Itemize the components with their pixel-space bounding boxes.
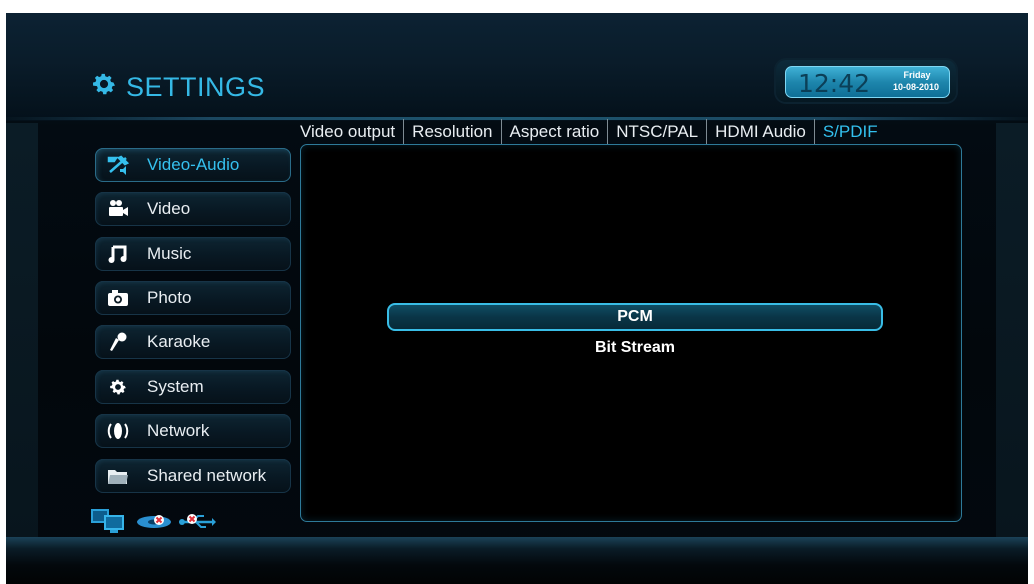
- disc-disconnected-icon: [134, 507, 174, 535]
- sidebar-item-shared-network[interactable]: Shared network: [95, 459, 291, 493]
- settings-screen: SETTINGS 12:42 Friday 10-08-2010 Video o…: [6, 13, 1028, 584]
- page-title: SETTINGS: [90, 69, 265, 105]
- gear-icon: [105, 376, 131, 398]
- video-audio-icon: [105, 154, 131, 176]
- sidebar-item-video-audio[interactable]: Video-Audio: [95, 148, 291, 182]
- sidebar-item-music[interactable]: Music: [95, 237, 291, 271]
- tab-aspect-ratio[interactable]: Aspect ratio: [502, 119, 609, 145]
- sidebar-item-photo[interactable]: Photo: [95, 281, 291, 315]
- sidebar-item-label: Network: [147, 421, 210, 440]
- microphone-icon: [105, 331, 131, 353]
- sidebar-item-label: Shared network: [147, 466, 267, 485]
- option-pcm[interactable]: PCM: [387, 303, 883, 331]
- music-note-icon: [105, 243, 131, 265]
- gear-icon: [90, 70, 118, 105]
- network-icon: [105, 420, 131, 442]
- sidebar-item-label: Photo: [147, 288, 192, 307]
- camera-icon: [105, 287, 131, 309]
- tab-resolution[interactable]: Resolution: [404, 119, 502, 145]
- page-title-text: SETTINGS: [126, 71, 266, 102]
- sidebar-item-label: Video: [147, 199, 191, 218]
- clock-time: 12:42: [798, 69, 871, 98]
- tab-ntsc-pal[interactable]: NTSC/PAL: [608, 119, 708, 145]
- content-panel: PCM Bit Stream: [300, 144, 962, 522]
- left-side-panel: [6, 123, 38, 543]
- sidebar-item-label: Video-Audio: [147, 155, 240, 174]
- tab-spdif[interactable]: S/PDIF: [815, 119, 886, 145]
- sidebar-item-network[interactable]: Network: [95, 414, 291, 448]
- option-bit-stream[interactable]: Bit Stream: [387, 337, 883, 359]
- sidebar-item-label: System: [147, 377, 204, 396]
- status-icons: [90, 507, 218, 535]
- usb-disconnected-icon: [178, 507, 218, 535]
- tab-video-output[interactable]: Video output: [296, 119, 405, 145]
- folder-icon: [105, 465, 131, 487]
- sidebar-item-label: Music: [147, 244, 192, 263]
- clock-display: 12:42 Friday 10-08-2010: [785, 66, 950, 98]
- sidebar-item-karaoke[interactable]: Karaoke: [95, 325, 291, 359]
- computer-network-icon: [90, 507, 130, 535]
- tab-hdmi-audio[interactable]: HDMI Audio: [707, 119, 815, 145]
- footer-bar: [6, 537, 1028, 584]
- right-side-panel: [996, 123, 1028, 543]
- settings-tabs: Video output Resolution Aspect ratio NTS…: [296, 117, 886, 147]
- sidebar-item-video[interactable]: Video: [95, 192, 291, 226]
- video-camera-icon: [105, 198, 131, 220]
- sidebar-item-label: Karaoke: [147, 332, 211, 351]
- clock-widget: 12:42 Friday 10-08-2010: [776, 60, 956, 102]
- clock-day: Friday: [903, 70, 931, 80]
- sidebar-item-system[interactable]: System: [95, 370, 291, 404]
- clock-date: 10-08-2010: [892, 82, 940, 92]
